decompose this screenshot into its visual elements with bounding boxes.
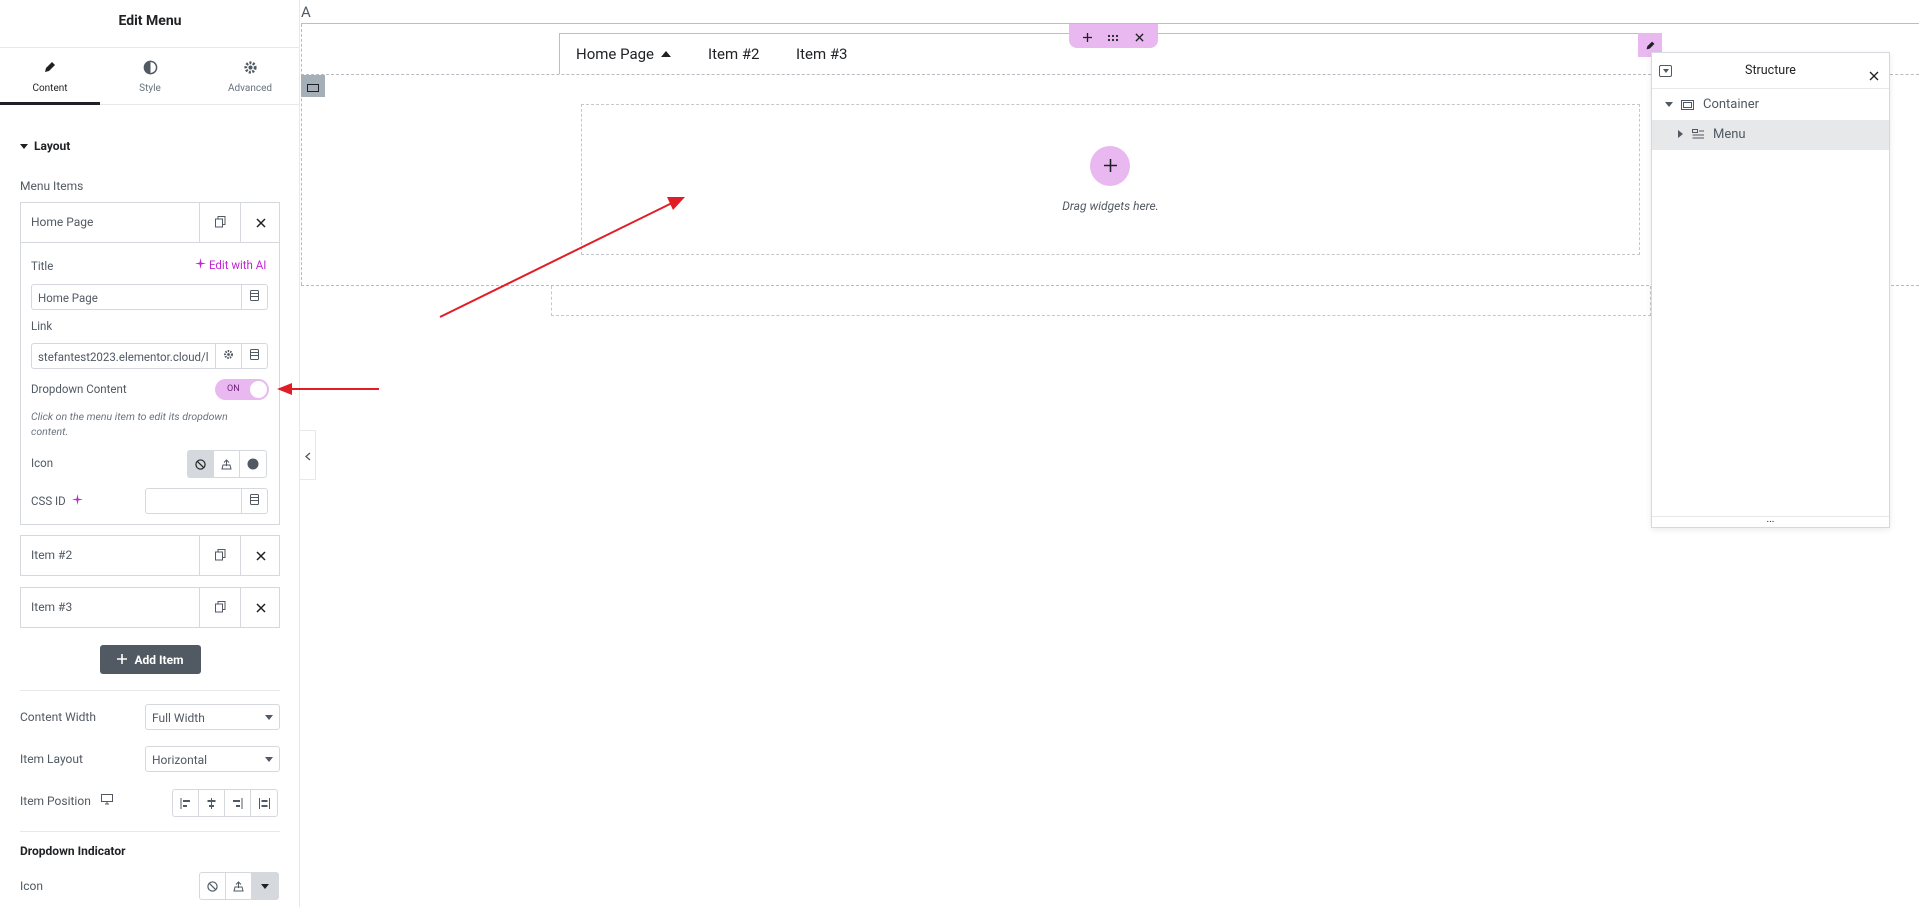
annotation-arrows [277,197,685,395]
structure-panel: Structure Container Menu ... [1651,52,1890,528]
annotation-arrow-line [439,202,673,318]
menu-widget-icon [1692,129,1705,144]
annotation-arrow-head [277,383,292,395]
caret-right-icon [1678,130,1683,138]
caret-down-icon [1665,102,1673,107]
tree-item-label: Container [1703,97,1760,112]
tree-item-container[interactable]: Container [1652,90,1889,120]
tree-item-label: Menu [1713,127,1746,142]
resize-handle[interactable]: ... [1652,515,1889,528]
tree-item-menu[interactable]: Menu [1652,120,1889,150]
structure-title: Structure [1745,63,1796,78]
close-icon[interactable] [1869,66,1879,85]
structure-header: Structure [1652,53,1889,89]
container-icon [1681,99,1694,114]
